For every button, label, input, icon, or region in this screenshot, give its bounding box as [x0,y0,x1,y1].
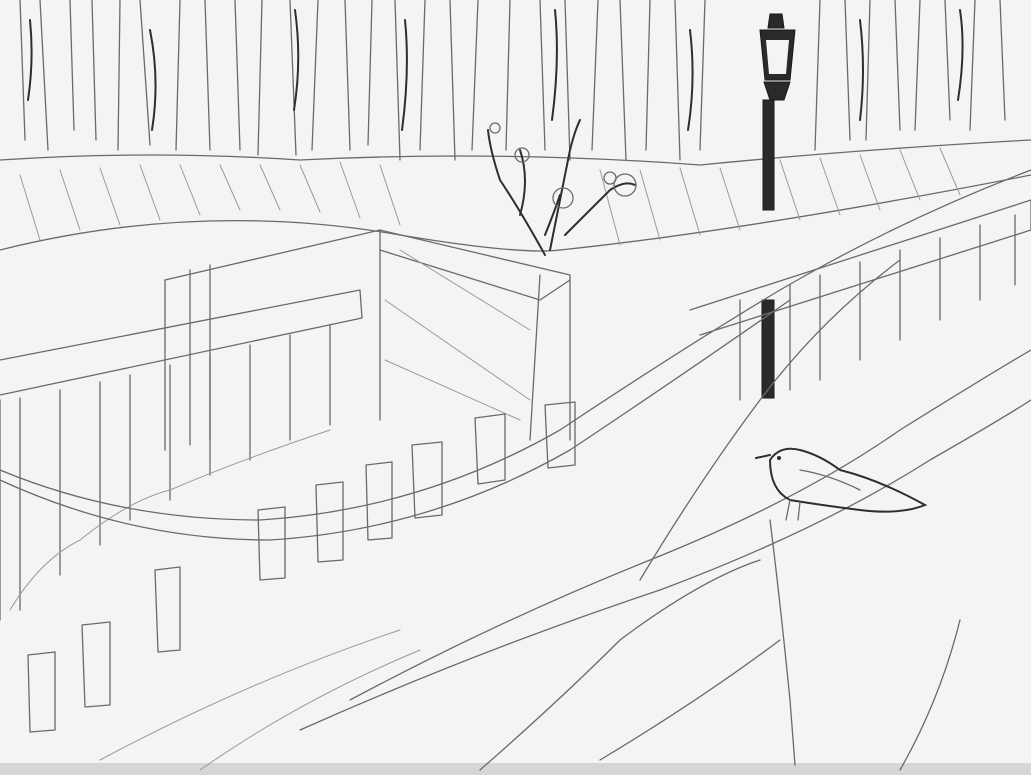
paper-bottom-edge [0,763,1031,775]
winter-park-sketch [0,0,1031,775]
